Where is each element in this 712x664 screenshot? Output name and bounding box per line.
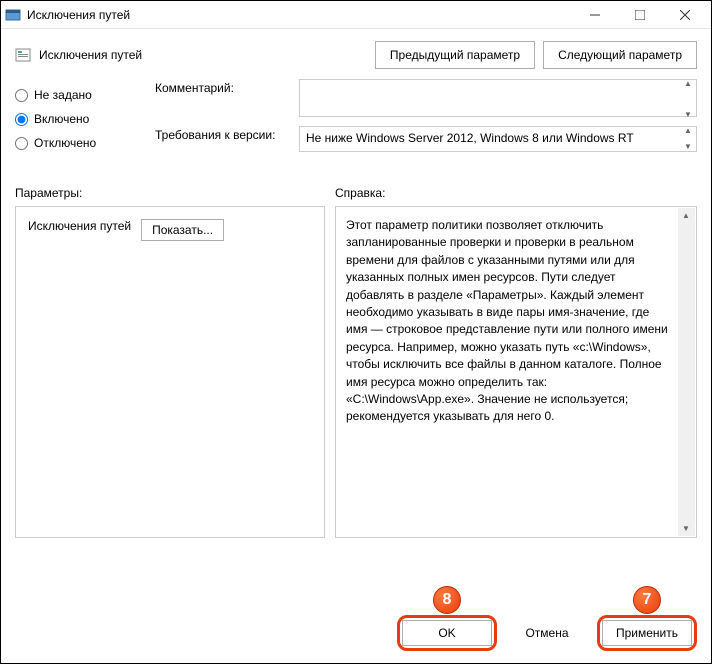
help-label: Справка:	[335, 186, 385, 200]
state-radio-group: Не задано Включено Отключено	[15, 79, 135, 158]
parameters-panel: Исключения путей Показать...	[15, 206, 325, 538]
help-panel: Этот параметр политики позволяет отключи…	[335, 206, 697, 538]
help-text: Этот параметр политики позволяет отключи…	[346, 217, 674, 426]
comment-input[interactable]	[299, 79, 697, 117]
parameters-label: Параметры:	[15, 186, 335, 200]
help-scrollbar[interactable]: ▲▼	[678, 208, 695, 536]
radio-enabled[interactable]: Включено	[15, 107, 135, 131]
policy-icon	[15, 47, 31, 63]
radio-not-configured[interactable]: Не задано	[15, 83, 135, 107]
requirements-value: Не ниже Windows Server 2012, Windows 8 и…	[299, 126, 697, 152]
header-row: Исключения путей Предыдущий параметр Сле…	[1, 29, 711, 79]
comment-label: Комментарий:	[155, 79, 285, 120]
minimize-button[interactable]	[572, 1, 617, 29]
close-button[interactable]	[662, 1, 707, 29]
apply-button[interactable]: Применить	[602, 620, 692, 646]
requirements-scrollbar[interactable]: ▲▼	[680, 127, 696, 151]
cancel-button[interactable]: Отмена	[507, 621, 587, 645]
show-button[interactable]: Показать...	[141, 219, 224, 241]
badge-8: 8	[433, 586, 461, 614]
app-icon	[5, 7, 21, 23]
previous-param-button[interactable]: Предыдущий параметр	[375, 41, 535, 69]
page-title: Исключения путей	[39, 48, 367, 62]
ok-highlight-ring: 8 OK	[397, 615, 497, 651]
radio-disabled[interactable]: Отключено	[15, 131, 135, 155]
window-title: Исключения путей	[27, 8, 572, 22]
requirements-label: Требования к версии:	[155, 126, 285, 152]
comment-scrollbar[interactable]: ▲▼	[680, 80, 696, 119]
badge-7: 7	[633, 586, 661, 614]
titlebar: Исключения путей	[1, 1, 711, 29]
next-param-button[interactable]: Следующий параметр	[543, 41, 697, 69]
dialog-footer: 8 OK Отмена 7 Применить	[397, 615, 697, 651]
ok-button[interactable]: OK	[402, 620, 492, 646]
maximize-button[interactable]	[617, 1, 662, 29]
apply-highlight-ring: 7 Применить	[597, 615, 697, 651]
param-item-label: Исключения путей	[28, 219, 131, 233]
